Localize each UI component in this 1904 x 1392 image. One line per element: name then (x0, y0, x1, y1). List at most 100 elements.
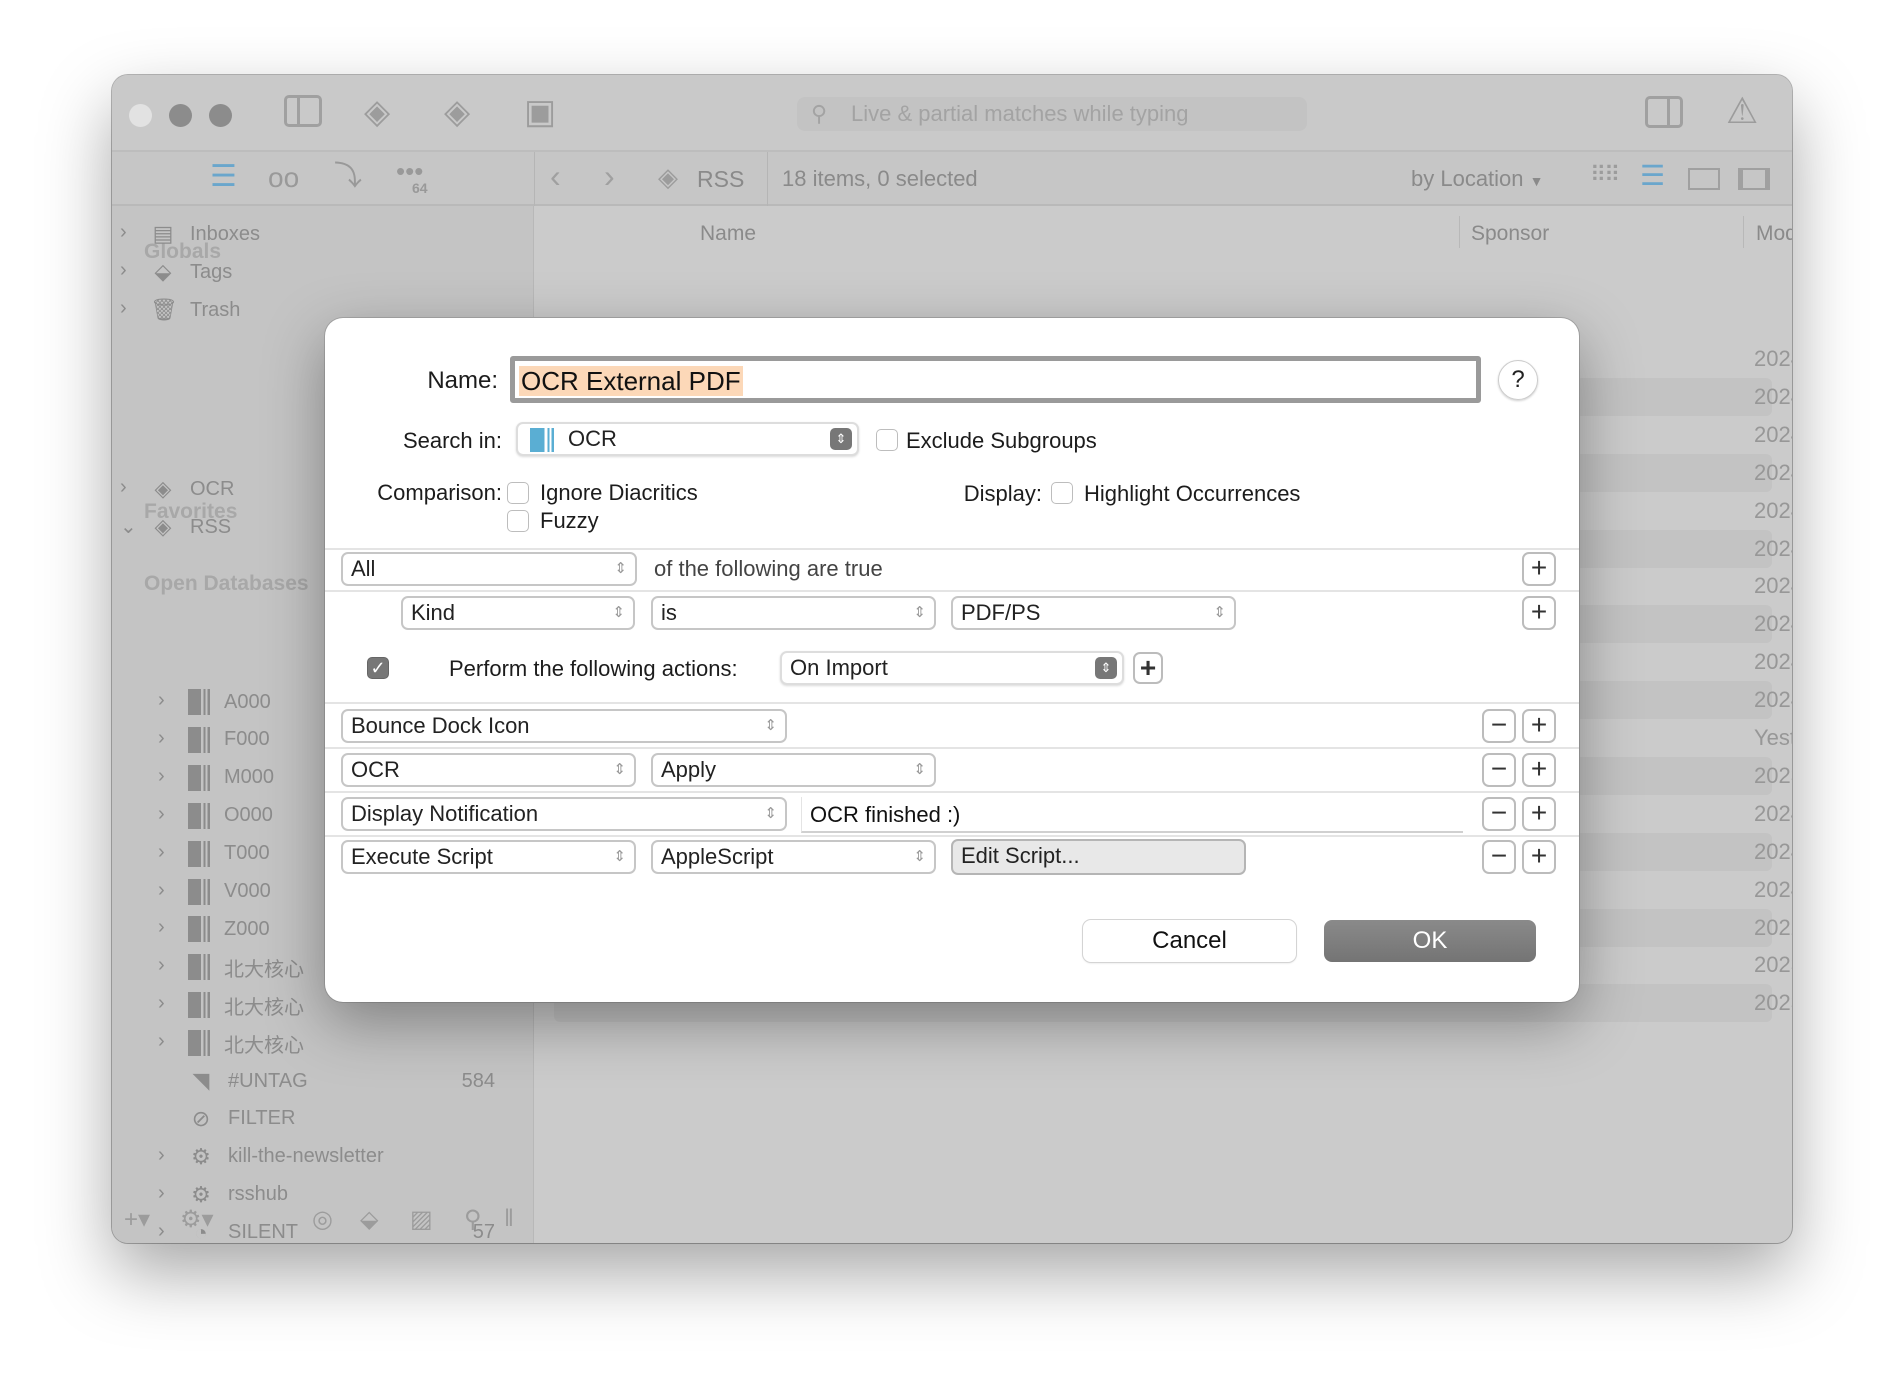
back-icon[interactable]: ‹ (550, 160, 561, 192)
search-in-popup[interactable]: OCR ⇕ (516, 422, 859, 456)
minimize-window-button[interactable] (169, 104, 192, 127)
layers-check-icon[interactable]: ◈ (444, 95, 470, 129)
chevron-icon[interactable]: › (158, 841, 165, 864)
help-button[interactable]: ? (1498, 360, 1538, 400)
match-text: of the following are true (654, 556, 883, 581)
action-2-option-popup[interactable]: Apply ⇕ (651, 753, 936, 787)
remove-action-1-button[interactable]: − (1482, 709, 1516, 743)
import-icon[interactable]: ⤵ (334, 162, 362, 190)
sort-dropdown[interactable]: by Location ▼ (1411, 166, 1544, 192)
chevron-icon[interactable]: › (158, 689, 165, 712)
chevron-icon[interactable]: › (158, 992, 165, 1015)
condition-field-popup[interactable]: Kind ⇕ (401, 596, 635, 630)
chevron-icon[interactable]: › (120, 297, 127, 320)
icon-view-icon[interactable]: ⠿⠿ (1590, 164, 1620, 186)
divider (325, 791, 1579, 793)
sidebar-item[interactable]: ⊘ FILTER (188, 1101, 495, 1137)
remove-action-4-button[interactable]: − (1482, 840, 1516, 874)
fuzzy-checkbox[interactable] (507, 510, 529, 532)
add-action-1-button[interactable]: + (1522, 709, 1556, 743)
chevron-icon[interactable]: › (120, 221, 127, 244)
chevron-icon[interactable]: › (158, 765, 165, 788)
divider (1743, 216, 1744, 248)
inspector-toggle-icon[interactable] (1645, 96, 1683, 128)
add-condition-button[interactable]: + (1522, 552, 1556, 586)
action-2-popup[interactable]: OCR ⇕ (341, 753, 636, 787)
column-view-icon[interactable] (1688, 168, 1720, 190)
warning-icon[interactable]: ⚠ (1726, 93, 1758, 129)
forward-icon[interactable]: › (604, 160, 615, 192)
name-field[interactable]: OCR External PDF (510, 356, 1481, 403)
sidebar-bottom-bar: +▾ ⚙▾ ◎ ⬙ ▨ ⚲ ‖ (112, 1199, 534, 1243)
notification-text-field[interactable]: OCR finished :) (801, 797, 1463, 833)
close-window-button[interactable] (129, 104, 152, 127)
location-label[interactable]: RSS (697, 166, 744, 193)
exclude-subgroups-checkbox[interactable] (876, 429, 898, 451)
ok-button[interactable]: OK (1324, 920, 1536, 962)
condition-operator-popup[interactable]: is ⇕ (651, 596, 936, 630)
divider (534, 152, 535, 206)
stepper-arrows-icon: ⇕ (613, 761, 626, 778)
chevron-icon[interactable]: ⌄ (120, 514, 137, 539)
chevron-icon[interactable]: › (158, 1144, 165, 1167)
sidebar-item-label: FILTER (228, 1107, 296, 1130)
action-1-popup[interactable]: Bounce Dock Icon ⇕ (341, 709, 787, 743)
add-icon[interactable]: +▾ (124, 1205, 150, 1234)
chevron-icon[interactable]: › (158, 803, 165, 826)
add-action-button[interactable]: + (1133, 652, 1163, 684)
chevron-icon[interactable]: › (158, 916, 165, 939)
sidebar-item[interactable]: ◥ #UNTAG 584 (188, 1063, 495, 1099)
add-subcondition-button[interactable]: + (1522, 596, 1556, 630)
chevron-icon[interactable]: › (158, 727, 165, 750)
list-view-icon[interactable]: ☰ (210, 162, 237, 192)
chevron-icon[interactable]: › (158, 879, 165, 902)
target-icon[interactable]: ◎ (312, 1205, 333, 1234)
divider (325, 702, 1579, 704)
add-action-4-button[interactable]: + (1522, 840, 1556, 874)
condition-value-popup[interactable]: PDF/PS ⇕ (951, 596, 1236, 630)
column-header-sponsor[interactable]: Sponsor (1471, 222, 1549, 246)
cover-flow-icon[interactable] (1738, 168, 1770, 190)
zoom-window-button[interactable] (209, 104, 232, 127)
cancel-button[interactable]: Cancel (1083, 920, 1296, 962)
finder-sync-icon[interactable]: ▣ (524, 95, 556, 129)
sidebar-toggle-icon[interactable] (284, 95, 322, 127)
sidebar-item[interactable]: › ⬙ Tags (120, 254, 495, 290)
comparison-label: Comparison: (377, 480, 502, 505)
action-3-popup[interactable]: Display Notification ⇕ (341, 797, 787, 831)
image-icon[interactable]: ▨ (410, 1205, 433, 1234)
sidebar-item[interactable]: › ⚙ kill-the-newsletter (158, 1139, 495, 1175)
chevron-icon[interactable]: › (158, 954, 165, 977)
perform-actions-checkbox[interactable]: ✓ (367, 657, 389, 679)
edit-script-button[interactable]: Edit Script... (951, 839, 1246, 875)
list-view-mode-icon[interactable]: ☰ (1640, 162, 1665, 190)
search-field[interactable]: ⚲ Live & partial matches while typing (797, 97, 1307, 131)
match-mode-popup[interactable]: All ⇕ (341, 552, 637, 586)
add-action-3-button[interactable]: + (1522, 797, 1556, 831)
tag-icon[interactable]: ⬙ (360, 1205, 378, 1234)
remove-action-2-button[interactable]: − (1482, 753, 1516, 787)
chevron-icon[interactable]: › (158, 1030, 165, 1053)
ignore-diacritics-checkbox[interactable] (507, 482, 529, 504)
sidebar-item-label: #UNTAG (228, 1069, 308, 1092)
resize-handle-icon[interactable]: ‖ (504, 1205, 514, 1233)
action-4-popup[interactable]: Execute Script ⇕ (341, 840, 636, 874)
remove-action-3-button[interactable]: − (1482, 797, 1516, 831)
glasses-icon[interactable]: oo (268, 164, 299, 192)
action-3-value: Display Notification (351, 801, 539, 826)
layers-sync-icon[interactable]: ◈ (364, 95, 390, 129)
gear-icon[interactable]: ⚙▾ (180, 1205, 214, 1234)
sidebar-item[interactable]: › ▤ Inboxes (120, 216, 495, 252)
pin-icon[interactable]: ⚲ (464, 1205, 482, 1234)
column-header-name[interactable]: Name (700, 222, 756, 246)
trigger-popup[interactable]: On Import ⇕ (780, 651, 1124, 685)
highlight-occurrences-checkbox[interactable] (1051, 482, 1073, 504)
chevron-icon[interactable]: › (120, 476, 127, 499)
sidebar-item-label: 北大核心 (224, 996, 304, 1019)
row-modified: 2023/2/14 (1754, 990, 1792, 1016)
chevron-icon[interactable]: › (120, 259, 127, 282)
column-header-modified[interactable]: Modified (1756, 222, 1792, 246)
script-type-popup[interactable]: AppleScript ⇕ (651, 840, 936, 874)
sidebar-item[interactable]: › 北大核心 (158, 1025, 495, 1061)
add-action-2-button[interactable]: + (1522, 753, 1556, 787)
